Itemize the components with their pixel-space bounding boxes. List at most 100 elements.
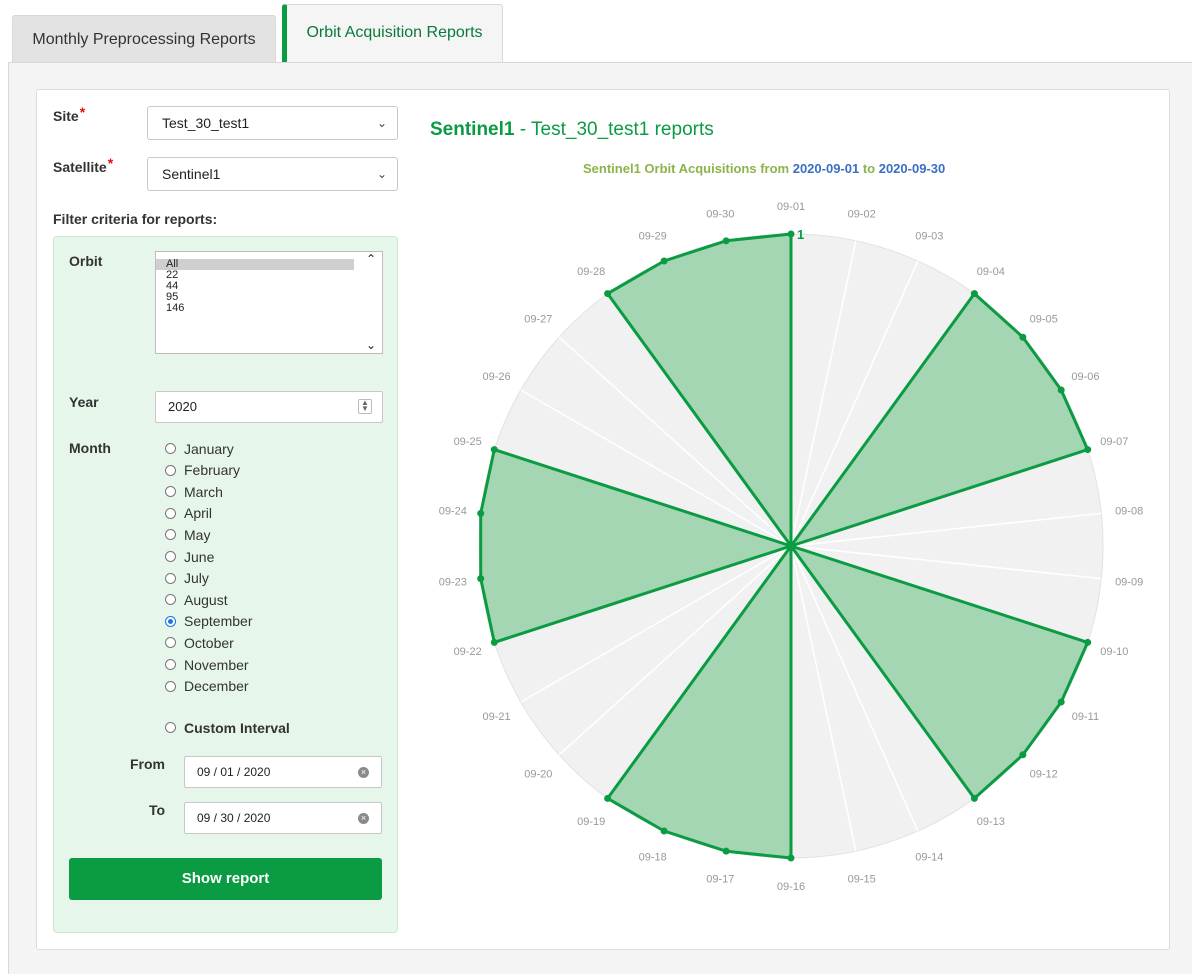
report-title-rest: - Test_30_test1 reports [514, 119, 714, 140]
month-label-text: September [184, 613, 253, 630]
tab-orbit-acquisition-reports[interactable]: Orbit Acquisition Reports [282, 4, 503, 64]
category-label: 09-29 [639, 230, 667, 242]
month-option-march[interactable]: March [165, 481, 223, 502]
data-point [722, 237, 730, 245]
month-option-june[interactable]: June [165, 546, 214, 567]
category-label: 09-01 [777, 201, 805, 213]
site-select[interactable]: Test_30_test1 ⌄ [147, 106, 398, 140]
month-option-november[interactable]: November [165, 654, 249, 675]
data-point [604, 794, 612, 802]
month-label-text: May [184, 526, 211, 543]
orbit-options: All 22 44 95 146 [156, 259, 384, 314]
data-point [1057, 698, 1065, 706]
month-option-december[interactable]: December [165, 676, 249, 697]
month-label-text: October [184, 634, 234, 651]
month-option-september[interactable]: September [165, 611, 252, 632]
month-option-april[interactable]: April [165, 503, 212, 524]
custom-interval-option[interactable]: Custom Interval [165, 717, 290, 738]
data-point [970, 794, 978, 802]
month-option-february[interactable]: February [165, 460, 240, 481]
data-point [1019, 751, 1027, 759]
month-option-august[interactable]: August [165, 589, 228, 610]
spinner-icon[interactable]: ▲ ▼ [358, 399, 372, 414]
custom-interval-label: Custom Interval [184, 719, 290, 736]
category-label: 09-30 [706, 208, 734, 220]
year-input[interactable]: 2020 ▲ ▼ [155, 391, 383, 423]
report-title: Sentinel1 - Test_30_test1 reports [430, 119, 714, 141]
required-mark: * [107, 155, 114, 171]
category-label: 09-21 [482, 711, 510, 723]
radio-button[interactable] [165, 529, 176, 541]
data-point [490, 446, 498, 454]
clear-icon[interactable]: × [358, 813, 369, 824]
orbit-label: Orbit [69, 253, 103, 269]
category-label: 09-15 [848, 874, 876, 886]
data-point [1084, 446, 1092, 454]
orbit-option[interactable]: 95 [156, 292, 384, 303]
axis-tick-label: 1 [797, 227, 804, 242]
scroll-down-icon[interactable]: ⌄ [366, 339, 376, 351]
date-to: 2020-09-30 [878, 161, 946, 176]
clear-icon[interactable]: × [358, 767, 369, 778]
category-label: 09-14 [915, 852, 943, 864]
orbit-listbox[interactable]: All 22 44 95 146 ⌃ ⌄ [155, 251, 383, 354]
radio-button[interactable] [165, 615, 176, 627]
show-report-button[interactable]: Show report [69, 858, 382, 900]
radio-button[interactable] [165, 464, 176, 476]
orbit-option[interactable]: 22 [156, 270, 384, 281]
data-point [477, 575, 485, 583]
radio-button[interactable] [165, 572, 176, 584]
report-tabs: Monthly Preprocessing Reports Orbit Acqu… [0, 0, 1192, 64]
satellite-label: Satellite* [53, 155, 114, 175]
category-label: 09-10 [1100, 646, 1128, 658]
orbit-option[interactable]: 44 [156, 281, 384, 292]
radio-button[interactable] [165, 486, 176, 498]
radio-button[interactable] [165, 680, 176, 692]
radio-button[interactable] [165, 594, 176, 606]
from-date-input[interactable]: 09 / 01 / 2020 × [184, 756, 382, 788]
data-point [660, 257, 668, 265]
data-point [477, 509, 485, 517]
category-label: 09-19 [577, 816, 605, 828]
radio-button[interactable] [165, 443, 176, 454]
radio-button[interactable] [165, 637, 176, 649]
site-select-value: Test_30_test1 [162, 115, 250, 131]
month-label-text: April [184, 505, 213, 522]
data-point [604, 290, 612, 298]
radio-button[interactable] [165, 659, 176, 670]
category-label: 09-18 [639, 852, 667, 864]
category-label: 09-12 [1030, 769, 1058, 781]
data-point [787, 542, 795, 550]
tab-monthly-preprocessing-reports[interactable]: Monthly Preprocessing Reports [12, 15, 276, 63]
month-option-january[interactable]: January [165, 438, 234, 459]
radio-button[interactable] [165, 507, 176, 519]
category-label: 09-07 [1100, 436, 1128, 448]
category-label: 09-17 [706, 874, 734, 886]
data-point [1019, 333, 1027, 341]
to-date-value: 09 / 30 / 2020 [197, 811, 271, 825]
month-option-july[interactable]: July [165, 568, 209, 589]
year-label: Year [69, 394, 99, 410]
scroll-up-icon[interactable]: ⌃ [366, 253, 376, 265]
month-label-text: June [184, 548, 215, 565]
category-label: 09-22 [454, 646, 482, 658]
to-label: To [149, 802, 166, 818]
month-label-text: March [184, 483, 223, 500]
satellite-select[interactable]: Sentinel1 ⌄ [147, 157, 398, 191]
year-input-value: 2020 [168, 399, 197, 414]
radio-button[interactable] [165, 722, 176, 733]
month-option-may[interactable]: May [165, 524, 210, 545]
data-point [787, 854, 795, 862]
from-label: From [130, 756, 165, 772]
orbit-option[interactable]: 146 [156, 303, 384, 314]
orbit-option[interactable]: All [156, 259, 354, 270]
category-label: 09-23 [439, 577, 467, 589]
month-option-october[interactable]: October [165, 632, 234, 653]
category-label: 09-05 [1030, 313, 1058, 325]
category-label: 09-11 [1072, 711, 1099, 723]
data-point [970, 290, 978, 298]
data-point [787, 230, 795, 238]
radio-button[interactable] [165, 551, 176, 562]
category-label: 09-25 [454, 436, 482, 448]
to-date-input[interactable]: 09 / 30 / 2020 × [184, 802, 382, 834]
